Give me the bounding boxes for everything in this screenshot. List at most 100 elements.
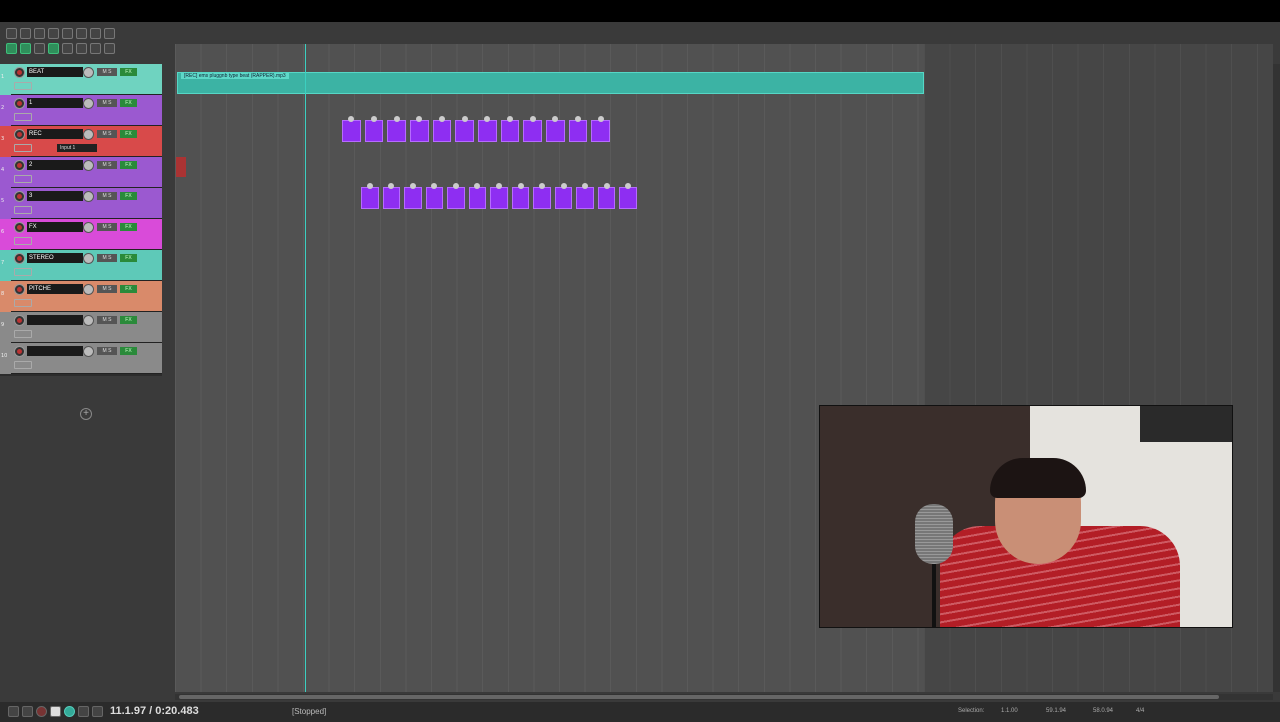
envelope-icon[interactable]	[14, 113, 32, 121]
undo-icon[interactable]	[62, 28, 73, 39]
track-row[interactable]: 4 2 M S FX	[0, 157, 162, 188]
midi-item[interactable]	[432, 116, 452, 142]
playhead-cursor[interactable]	[305, 44, 306, 692]
play-icon[interactable]	[50, 706, 61, 717]
fx-button[interactable]: FX	[120, 99, 137, 107]
volume-knob-icon[interactable]	[83, 98, 94, 109]
record-arm-icon[interactable]	[14, 191, 25, 202]
grid-toggle-icon[interactable]	[6, 43, 17, 54]
mute-solo-buttons[interactable]: M S	[97, 130, 117, 138]
fx-button[interactable]: FX	[120, 316, 137, 324]
vertical-scrollbar[interactable]	[1273, 64, 1280, 692]
midi-item[interactable]	[533, 183, 551, 209]
record-arm-icon[interactable]	[14, 222, 25, 233]
fx-button[interactable]: FX	[120, 68, 137, 76]
record-arm-icon[interactable]	[14, 67, 25, 78]
mute-solo-buttons[interactable]: M S	[97, 254, 117, 262]
track-name[interactable]: FX	[27, 222, 83, 232]
ripple-edit-icon[interactable]	[34, 43, 45, 54]
track-row[interactable]: 8 PITCHE M S FX	[0, 281, 162, 312]
volume-knob-icon[interactable]	[83, 315, 94, 326]
envelope-icon[interactable]	[14, 299, 32, 307]
midi-item[interactable]	[387, 116, 406, 142]
stop-icon[interactable]	[78, 706, 89, 717]
track-row[interactable]: 1 BEAT M S FX	[0, 64, 162, 95]
track-row[interactable]: 10 M S FX	[0, 343, 162, 374]
midi-item[interactable]	[361, 183, 379, 209]
record-arm-icon[interactable]	[14, 160, 25, 171]
track-row[interactable]: 6 FX M S FX	[0, 219, 162, 250]
volume-knob-icon[interactable]	[83, 67, 94, 78]
envelope-icon[interactable]	[14, 268, 32, 276]
go-start-icon[interactable]	[8, 706, 19, 717]
record-arm-icon[interactable]	[14, 284, 25, 295]
volume-knob-icon[interactable]	[83, 253, 94, 264]
volume-knob-icon[interactable]	[83, 160, 94, 171]
envelope-lock-icon[interactable]	[62, 43, 73, 54]
midi-item[interactable]	[410, 116, 429, 142]
midi-item[interactable]	[546, 116, 565, 142]
pause-icon[interactable]	[92, 706, 103, 717]
mute-solo-buttons[interactable]: M S	[97, 316, 117, 324]
record-arm-icon[interactable]	[14, 129, 25, 140]
midi-item[interactable]	[568, 116, 588, 142]
volume-knob-icon[interactable]	[83, 222, 94, 233]
go-end-icon[interactable]	[22, 706, 33, 717]
midi-item[interactable]	[382, 183, 401, 209]
mute-solo-buttons[interactable]: M S	[97, 347, 117, 355]
mute-solo-buttons[interactable]: M S	[97, 192, 117, 200]
new-project-icon[interactable]	[6, 28, 17, 39]
fx-button[interactable]: FX	[120, 223, 137, 231]
track-row[interactable]: 7 STEREO M S FX	[0, 250, 162, 281]
track-row[interactable]: 2 1 M S FX	[0, 95, 162, 126]
track-row[interactable]: 5 3 M S FX	[0, 188, 162, 219]
fx-button[interactable]: FX	[120, 192, 137, 200]
fx-button[interactable]: FX	[120, 130, 137, 138]
snap-toggle-icon[interactable]	[20, 43, 31, 54]
track-name[interactable]	[27, 346, 83, 356]
selection-length[interactable]: 58.0.94	[1093, 708, 1113, 714]
envelope-icon[interactable]	[14, 82, 32, 90]
envelope-icon[interactable]	[14, 330, 32, 338]
selection-end[interactable]: 59.1.94	[1046, 708, 1066, 714]
midi-item[interactable]	[404, 183, 422, 209]
mute-solo-buttons[interactable]: M S	[97, 285, 117, 293]
track-name[interactable]: BEAT	[27, 67, 83, 77]
midi-item[interactable]	[500, 116, 520, 142]
midi-item[interactable]	[447, 183, 465, 209]
midi-item[interactable]	[490, 183, 508, 209]
track-name[interactable]: 2	[27, 160, 83, 170]
record-arm-icon[interactable]	[14, 315, 25, 326]
track-name[interactable]: REC	[27, 129, 83, 139]
envelope-icon[interactable]	[14, 144, 32, 152]
track-row[interactable]: 9 M S FX	[0, 312, 162, 343]
track-row[interactable]: 3 REC M S FX Input 1	[0, 126, 162, 157]
repeat-icon[interactable]	[64, 706, 75, 717]
track-name[interactable]: 1	[27, 98, 83, 108]
track-name[interactable]: PITCHE	[27, 284, 83, 294]
fx-button[interactable]: FX	[120, 347, 137, 355]
midi-item[interactable]	[591, 116, 610, 142]
scrollbar-thumb[interactable]	[179, 695, 1219, 699]
midi-item[interactable]	[619, 183, 637, 209]
midi-item[interactable]	[468, 183, 487, 209]
fx-button[interactable]: FX	[120, 254, 137, 262]
volume-knob-icon[interactable]	[83, 284, 94, 295]
redo-icon[interactable]	[76, 28, 87, 39]
midi-item[interactable]	[425, 183, 444, 209]
midi-item[interactable]	[455, 116, 474, 142]
mute-solo-buttons[interactable]: M S	[97, 223, 117, 231]
track-name[interactable]: STEREO	[27, 253, 83, 263]
volume-knob-icon[interactable]	[83, 191, 94, 202]
track-name[interactable]	[27, 315, 83, 325]
record-arm-icon[interactable]	[14, 253, 25, 264]
mute-solo-buttons[interactable]: M S	[97, 68, 117, 76]
plus-circle-icon[interactable]: +	[80, 408, 92, 420]
lock-icon[interactable]	[90, 43, 101, 54]
midi-item[interactable]	[576, 183, 594, 209]
volume-knob-icon[interactable]	[83, 346, 94, 357]
save-project-icon[interactable]	[34, 28, 45, 39]
midi-item[interactable]	[511, 183, 530, 209]
project-settings-icon[interactable]	[48, 28, 59, 39]
loop-points-icon[interactable]	[76, 43, 87, 54]
